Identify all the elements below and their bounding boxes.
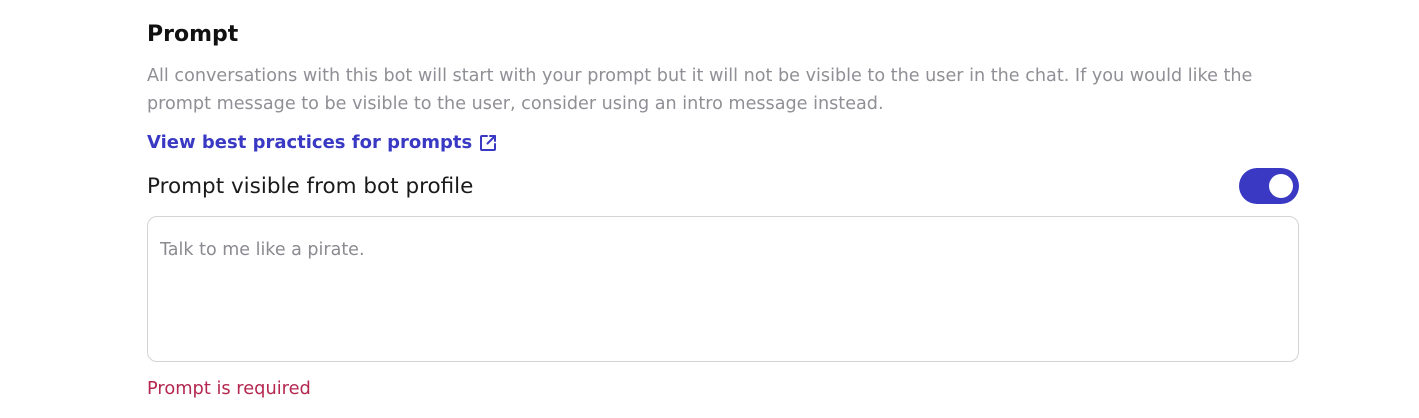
toggle-knob bbox=[1269, 174, 1293, 198]
prompt-visibility-label: Prompt visible from bot profile bbox=[147, 174, 474, 199]
prompt-input-container bbox=[147, 216, 1299, 362]
prompt-visibility-toggle[interactable] bbox=[1239, 168, 1299, 204]
external-link-icon bbox=[479, 134, 497, 152]
prompt-visibility-row: Prompt visible from bot profile bbox=[147, 168, 1299, 204]
prompt-textarea[interactable] bbox=[148, 217, 1298, 361]
best-practices-link[interactable]: View best practices for prompts bbox=[147, 130, 497, 156]
best-practices-link-label: View best practices for prompts bbox=[147, 132, 473, 153]
section-description: All conversations with this bot will sta… bbox=[147, 66, 1253, 114]
section-title: Prompt bbox=[147, 22, 239, 47]
prompt-error-message: Prompt is required bbox=[147, 378, 311, 399]
